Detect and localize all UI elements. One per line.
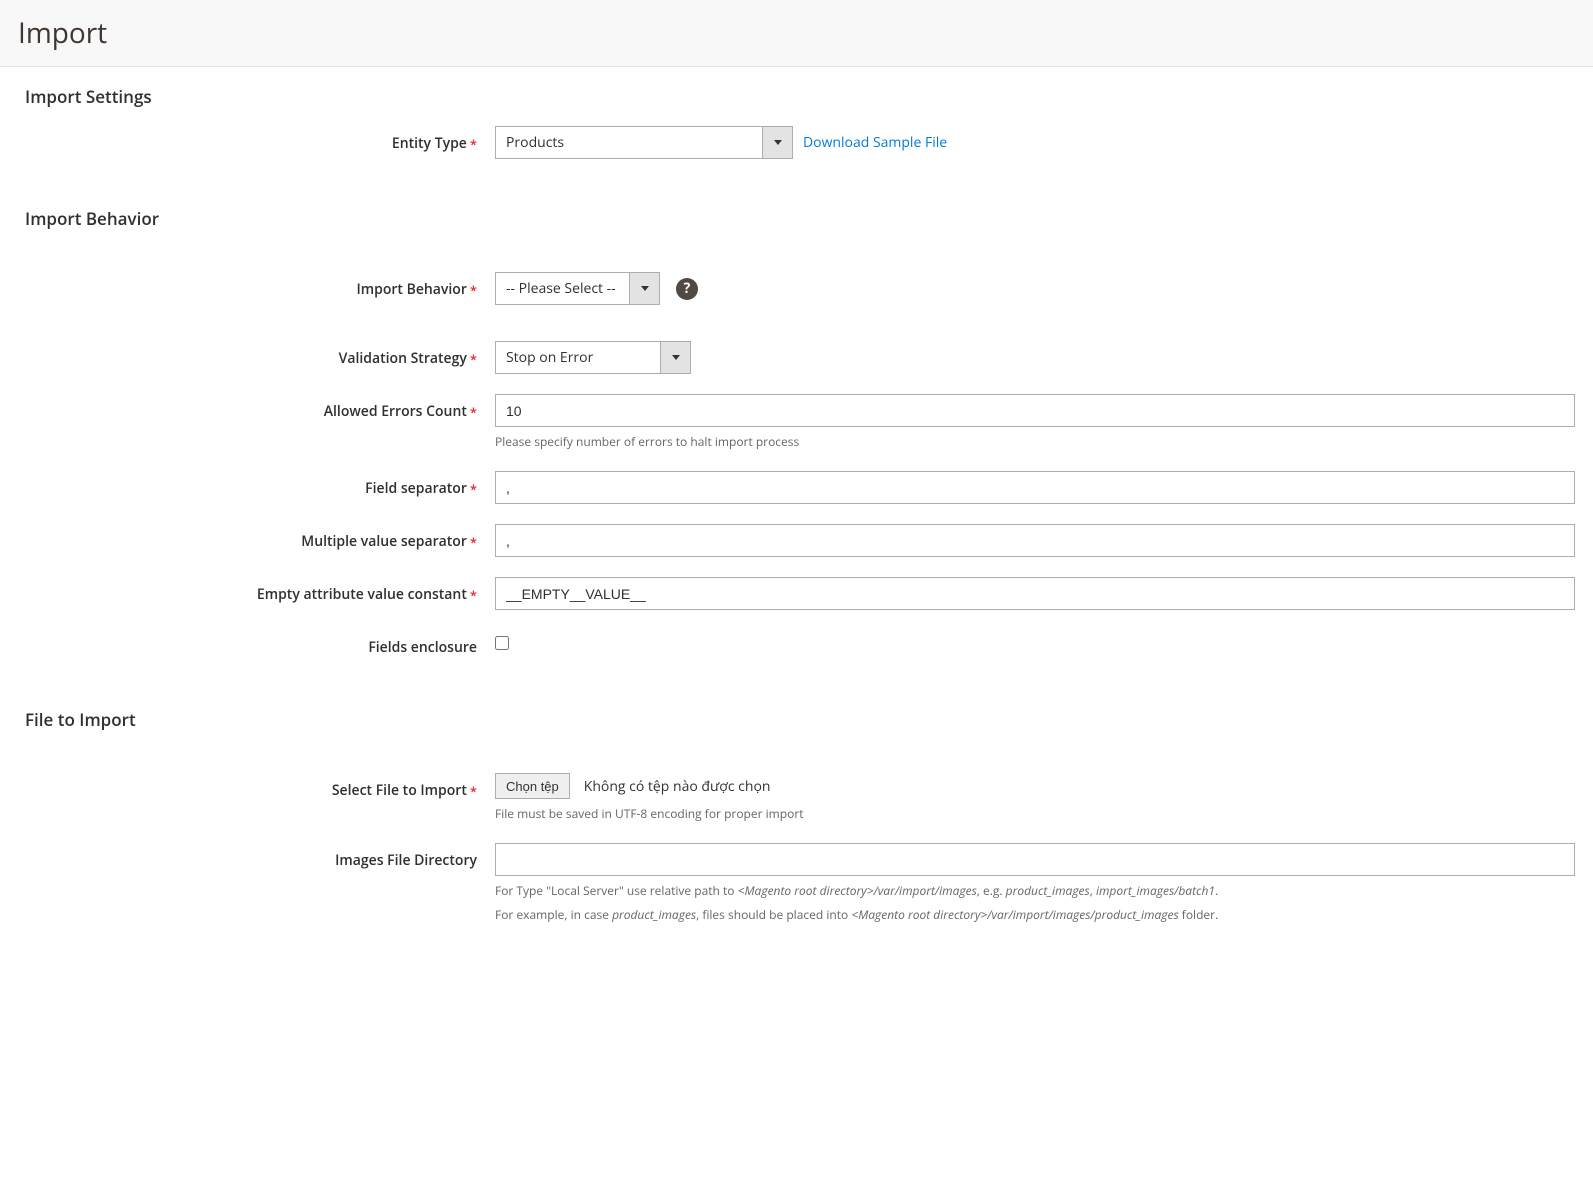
label-images-dir: Images File Directory: [0, 843, 495, 870]
row-fields-enclosure: Fields enclosure: [0, 624, 1593, 666]
validation-strategy-select[interactable]: Stop on Error: [495, 341, 691, 374]
allowed-errors-hint: Please specify number of errors to halt …: [495, 433, 1575, 451]
label-import-behavior: Import Behavior*: [0, 272, 495, 299]
chevron-down-icon: [660, 342, 690, 373]
required-star: *: [470, 135, 477, 153]
field-separator-input[interactable]: [495, 471, 1575, 504]
help-icon[interactable]: ?: [676, 278, 698, 300]
download-sample-file-link[interactable]: Download Sample File: [803, 133, 947, 152]
row-field-separator: Field separator*: [0, 465, 1593, 510]
label-entity-type: Entity Type*: [0, 126, 495, 153]
row-select-file: Select File to Import* Chọn tệp Không có…: [0, 767, 1593, 829]
select-file-hint: File must be saved in UTF-8 encoding for…: [495, 805, 1575, 823]
section-title-settings: Import Settings: [0, 67, 1593, 120]
chevron-down-icon: [629, 273, 659, 304]
chevron-down-icon: [762, 127, 792, 158]
import-behavior-select[interactable]: -- Please Select --: [495, 272, 660, 305]
row-empty-const: Empty attribute value constant*: [0, 571, 1593, 616]
images-dir-hint-1: For Type "Local Server" use relative pat…: [495, 882, 1575, 900]
required-star: *: [470, 586, 477, 604]
section-title-behavior: Import Behavior: [0, 189, 1593, 242]
allowed-errors-input[interactable]: [495, 394, 1575, 427]
label-empty-const: Empty attribute value constant*: [0, 577, 495, 604]
required-star: *: [470, 350, 477, 368]
label-select-file: Select File to Import*: [0, 773, 495, 800]
required-star: *: [470, 533, 477, 551]
label-field-separator: Field separator*: [0, 471, 495, 498]
label-multi-separator: Multiple value separator*: [0, 524, 495, 551]
row-allowed-errors: Allowed Errors Count* Please specify num…: [0, 388, 1593, 457]
images-dir-hint-2: For example, in case product_images, fil…: [495, 906, 1575, 924]
empty-const-input[interactable]: [495, 577, 1575, 610]
required-star: *: [470, 480, 477, 498]
required-star: *: [470, 281, 477, 299]
choose-file-button[interactable]: Chọn tệp: [495, 773, 570, 799]
entity-type-select[interactable]: Products: [495, 126, 793, 159]
required-star: *: [470, 782, 477, 800]
page-title: Import: [18, 14, 1593, 52]
multi-separator-input[interactable]: [495, 524, 1575, 557]
row-multi-separator: Multiple value separator*: [0, 518, 1593, 563]
label-allowed-errors: Allowed Errors Count*: [0, 394, 495, 421]
page-header: Import: [0, 0, 1593, 67]
row-entity-type: Entity Type* Products Download Sample Fi…: [0, 120, 1593, 165]
required-star: *: [470, 403, 477, 421]
fields-enclosure-checkbox[interactable]: [495, 636, 509, 650]
file-status-text: Không có tệp nào được chọn: [584, 777, 771, 796]
row-import-behavior: Import Behavior* -- Please Select -- ?: [0, 266, 1593, 311]
section-title-file: File to Import: [0, 690, 1593, 743]
row-images-dir: Images File Directory For Type "Local Se…: [0, 837, 1593, 930]
images-dir-input[interactable]: [495, 843, 1575, 876]
row-validation-strategy: Validation Strategy* Stop on Error: [0, 335, 1593, 380]
form-content: Import Settings Entity Type* Products Do…: [0, 67, 1593, 960]
label-fields-enclosure: Fields enclosure: [0, 630, 495, 657]
label-validation-strategy: Validation Strategy*: [0, 341, 495, 368]
